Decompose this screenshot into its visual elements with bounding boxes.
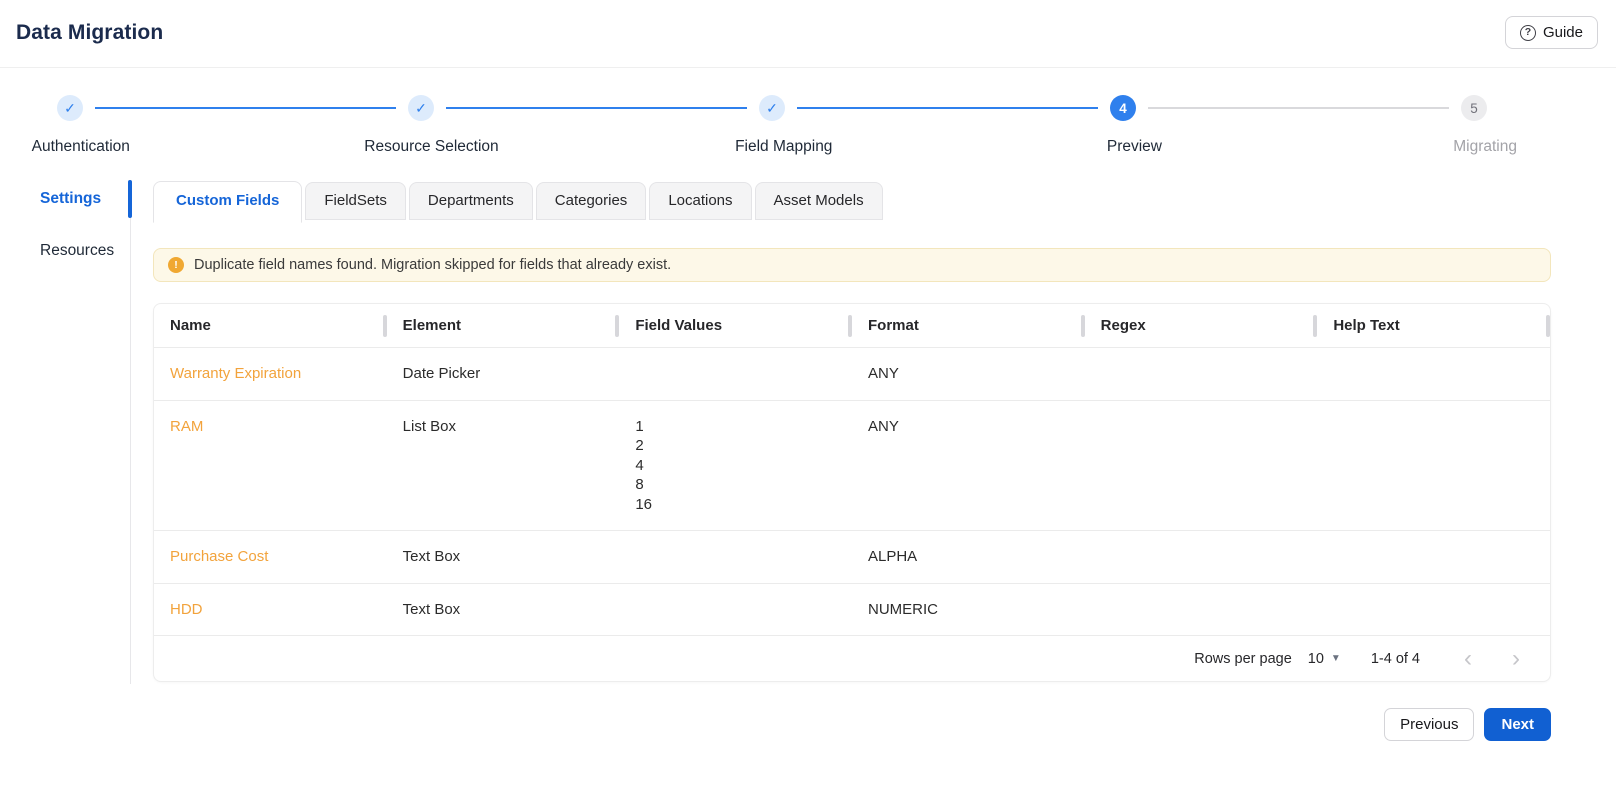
migration-stepper: ✓ ✓ ✓ 4 5 Authentication Resource Select… (0, 95, 1616, 158)
table-pagination: Rows per page 10 ▼ 1-4 of 4 ‹ › (154, 635, 1550, 681)
field-format: ALPHA (868, 548, 918, 565)
field-value-item: 1 (635, 417, 644, 435)
step-label-resource-selection: Resource Selection (364, 138, 499, 155)
field-values (619, 348, 852, 400)
next-page-button[interactable]: › (1506, 644, 1526, 672)
help-circle-icon: ? (1519, 24, 1536, 41)
column-header-field-values: Field Values (619, 304, 852, 347)
field-element: List Box (402, 417, 457, 435)
main-panel: Custom Fields FieldSets Departments Cate… (131, 180, 1616, 684)
tab-bar: Custom Fields FieldSets Departments Cate… (153, 180, 1551, 223)
field-name-link[interactable]: Purchase Cost (154, 531, 387, 583)
sidebar-item-settings[interactable]: Settings (0, 180, 132, 218)
step-label-migrating: Migrating (1453, 138, 1517, 155)
field-element: Text Box (402, 600, 461, 618)
step-label-preview: Preview (1106, 138, 1162, 155)
step-2-check-icon: ✓ (408, 95, 434, 121)
field-format: NUMERIC (868, 600, 938, 618)
custom-fields-table: Name Element Field Values Format Regex H… (153, 303, 1551, 682)
column-header-format: Format (852, 304, 1085, 347)
previous-button[interactable]: Previous (1384, 708, 1475, 741)
column-resize-handle[interactable] (1546, 314, 1550, 337)
column-header-help-text: Help Text (1317, 304, 1550, 347)
column-header-element: Element (387, 304, 620, 347)
column-header-regex: Regex (1085, 304, 1318, 347)
field-name-link[interactable]: HDD (154, 584, 387, 636)
tab-asset-models[interactable]: Asset Models (754, 182, 883, 220)
field-value-item: 8 (635, 476, 644, 493)
field-values: 1 2 4 8 16 (619, 401, 852, 531)
step-4-badge: 4 (1110, 95, 1136, 121)
table-row: Purchase Cost Text Box ALPHA (154, 530, 1550, 583)
table-row: HDD Text Box NUMERIC (154, 582, 1550, 636)
rows-per-page-label: Rows per page (1194, 650, 1292, 667)
field-regex (1085, 531, 1318, 583)
sidebar-item-settings-label: Settings (40, 190, 102, 207)
sidebar: Settings Resources (0, 180, 132, 684)
previous-page-button[interactable]: ‹ (1458, 644, 1478, 672)
stepper-connector (95, 107, 396, 109)
field-regex (1085, 348, 1318, 400)
step-5-badge: 5 (1461, 95, 1487, 121)
field-help-text (1317, 401, 1550, 531)
field-values (619, 531, 852, 583)
tab-departments[interactable]: Departments (408, 182, 533, 220)
column-header-name: Name (154, 304, 387, 347)
field-value-item: 16 (635, 495, 653, 513)
table-header-row: Name Element Field Values Format Regex H… (154, 304, 1550, 347)
duplicate-warning-banner: ! Duplicate field names found. Migration… (153, 248, 1551, 282)
field-regex (1085, 401, 1318, 531)
tab-custom-fields[interactable]: Custom Fields (153, 181, 303, 223)
stepper-connector (1148, 107, 1449, 109)
guide-button[interactable]: ? Guide (1504, 16, 1598, 49)
dropdown-arrow-icon: ▼ (1330, 653, 1341, 664)
field-values (619, 584, 852, 636)
field-help-text (1317, 531, 1550, 583)
field-format: ANY (868, 417, 899, 435)
stepper-track: ✓ ✓ ✓ 4 5 (0, 95, 1616, 121)
step-label-authentication: Authentication (31, 138, 130, 155)
field-element: Date Picker (402, 365, 481, 382)
rows-per-page-select[interactable]: 10 ▼ (1308, 651, 1341, 667)
stepper-connector (797, 107, 1098, 109)
field-name-link[interactable]: Warranty Expiration (154, 348, 387, 400)
warning-text: Duplicate field names found. Migration s… (194, 257, 672, 273)
field-name-link[interactable]: RAM (154, 401, 387, 531)
stepper-connector (446, 107, 747, 109)
pagination-range-label: 1-4 of 4 (1370, 650, 1420, 667)
page-title: Data Migration (16, 20, 164, 44)
field-help-text (1317, 348, 1550, 400)
field-value-item: 4 (635, 456, 644, 474)
chevron-left-icon: ‹ (1464, 644, 1472, 672)
table-row: Warranty Expiration Date Picker ANY (154, 347, 1550, 400)
step-3-check-icon: ✓ (759, 95, 785, 121)
next-button[interactable]: Next (1484, 708, 1551, 741)
tab-locations[interactable]: Locations (649, 182, 752, 220)
field-regex (1085, 584, 1318, 636)
step-label-field-mapping: Field Mapping (735, 138, 833, 155)
guide-button-label: Guide (1542, 24, 1583, 41)
field-help-text (1317, 584, 1550, 636)
tab-fieldsets[interactable]: FieldSets (305, 182, 406, 220)
page-header: Data Migration ? Guide (0, 0, 1616, 68)
sidebar-item-resources-label: Resources (40, 242, 115, 259)
content-area: Settings Resources Custom Fields FieldSe… (0, 180, 1616, 684)
wizard-actions: Previous Next (0, 684, 1616, 741)
field-value-item: 2 (635, 437, 644, 454)
stepper-labels: Authentication Resource Selection Field … (0, 138, 1616, 158)
table-row: RAM List Box 1 2 4 8 16 ANY (154, 399, 1550, 531)
field-format: ANY (868, 365, 899, 382)
tab-categories[interactable]: Categories (535, 182, 647, 220)
field-element: Text Box (402, 548, 461, 565)
sidebar-item-resources[interactable]: Resources (0, 232, 130, 270)
warning-icon: ! (168, 257, 184, 273)
step-1-check-icon: ✓ (57, 95, 83, 121)
chevron-right-icon: › (1512, 644, 1520, 672)
rows-per-page-value: 10 (1307, 650, 1324, 667)
